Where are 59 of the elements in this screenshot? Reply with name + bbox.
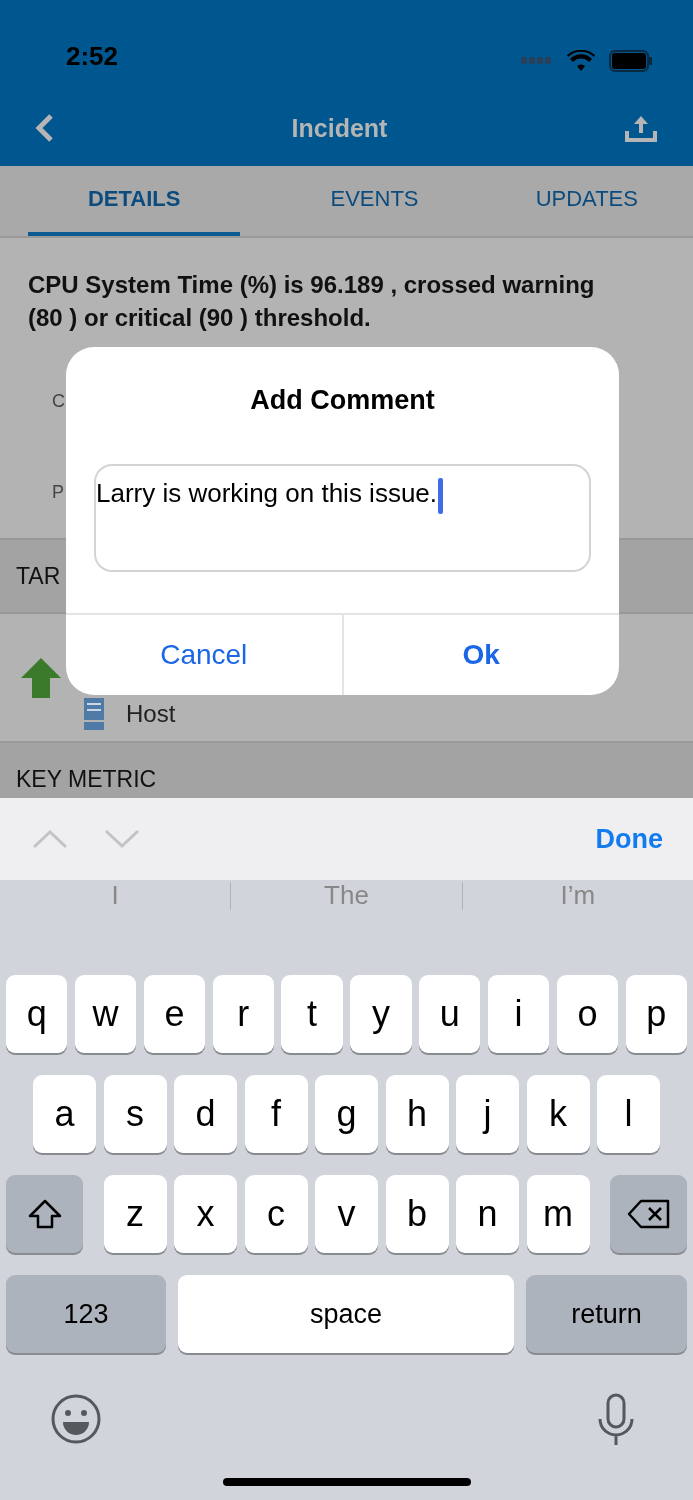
letter-key[interactable]: i (487, 975, 550, 1053)
emoji-icon[interactable] (50, 1393, 102, 1445)
section-title: KEY METRIC (16, 765, 157, 793)
letter-key[interactable]: e (143, 975, 206, 1053)
server-icon (84, 697, 104, 730)
letter-key[interactable]: r (212, 975, 274, 1053)
up-arrow-icon (20, 656, 62, 699)
backspace-icon (626, 1199, 671, 1229)
letter-key[interactable]: p (625, 975, 687, 1053)
letter-key[interactable]: n (456, 1175, 519, 1253)
field-label: C (52, 391, 65, 412)
status-time: 2:52 (66, 41, 119, 72)
letter-key[interactable]: t (281, 975, 343, 1053)
letter-key[interactable]: o (556, 975, 619, 1053)
letter-key[interactable]: k (526, 1075, 590, 1153)
letter-key[interactable]: s (103, 1075, 167, 1153)
letter-key[interactable]: d (174, 1075, 237, 1153)
text-cursor-icon (438, 478, 444, 514)
field-label: P (52, 482, 64, 503)
letter-key[interactable]: q (6, 975, 68, 1053)
ok-button[interactable]: Ok (341, 615, 619, 695)
microphone-icon[interactable] (597, 1393, 635, 1447)
numbers-key[interactable]: 123 (6, 1275, 166, 1353)
letter-key[interactable]: f (244, 1075, 308, 1153)
comment-field[interactable]: Larry is working on this issue. (94, 464, 591, 572)
share-icon[interactable] (625, 114, 657, 142)
cancel-button[interactable]: Cancel (66, 615, 342, 695)
return-key[interactable]: return (526, 1275, 687, 1353)
letter-key[interactable]: y (350, 975, 412, 1053)
section-title: TAR (16, 562, 61, 590)
battery-icon (609, 50, 653, 72)
letter-key[interactable]: a (33, 1075, 96, 1153)
letter-key[interactable]: z (103, 1175, 167, 1253)
screen-title: Incident (291, 113, 388, 143)
done-button[interactable]: Done (595, 823, 663, 855)
shift-key[interactable] (6, 1175, 83, 1253)
letter-key[interactable]: x (174, 1175, 237, 1253)
letter-key[interactable]: j (456, 1075, 519, 1153)
tab[interactable]: UPDATES (480, 166, 693, 236)
letter-key[interactable]: w (74, 975, 137, 1053)
letter-key[interactable]: h (385, 1075, 449, 1153)
tab[interactable]: DETAILS (28, 166, 241, 236)
letter-key[interactable]: g (315, 1075, 378, 1153)
signal-icon (521, 57, 553, 65)
dialog-title: Add Comment (249, 384, 436, 416)
incident-description: CPU System Time (%) is 96.189 , crossed warning (80 ) or critical (90 ) threshold. (27, 270, 596, 333)
wifi-icon (567, 50, 595, 72)
tab[interactable]: EVENTS (268, 166, 481, 236)
space-key[interactable]: space (178, 1275, 514, 1353)
back-icon[interactable] (34, 113, 54, 143)
delete-key[interactable] (610, 1175, 687, 1253)
letter-key[interactable]: b (385, 1175, 449, 1253)
letter-key[interactable]: u (419, 975, 481, 1053)
target-type: Host (126, 699, 176, 728)
letter-key[interactable]: m (526, 1175, 590, 1253)
shift-icon (27, 1199, 62, 1229)
letter-key[interactable]: l (597, 1075, 660, 1153)
letter-key[interactable]: c (244, 1175, 308, 1253)
letter-key[interactable]: v (315, 1175, 378, 1253)
